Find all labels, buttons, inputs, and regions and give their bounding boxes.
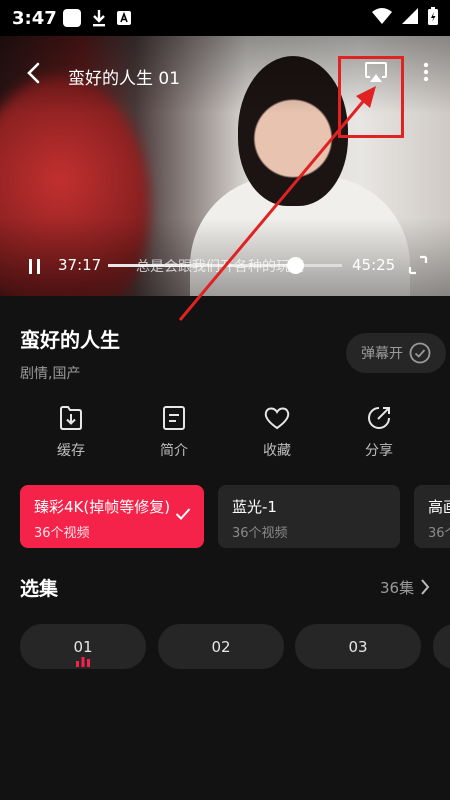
action-label: 缓存 xyxy=(57,443,85,459)
pause-bar-right xyxy=(36,258,40,274)
quality-name: 臻彩4K(掉帧等修复) xyxy=(34,498,171,516)
show-title: 蛮好的人生 xyxy=(20,328,120,352)
danmaku-toggle-button[interactable]: 弹幕开 xyxy=(346,333,446,373)
check-icon xyxy=(175,508,191,520)
info-doc-icon xyxy=(163,406,185,430)
signal-icon xyxy=(402,8,418,28)
total-time: 45:25 xyxy=(352,256,396,274)
fullscreen-button[interactable] xyxy=(408,254,428,276)
subtitle-text: 总是会跟我们开各种的玩笑 xyxy=(136,259,304,275)
action-label: 分享 xyxy=(365,443,393,459)
wifi-icon xyxy=(372,8,392,28)
action-intro[interactable]: 简介 xyxy=(134,404,214,460)
playing-bars-icon xyxy=(76,657,90,667)
action-download[interactable]: 缓存 xyxy=(31,404,111,460)
player-controls: 37:17 总是会跟我们开各种的玩笑 45:25 xyxy=(0,248,450,284)
action-label: 收藏 xyxy=(263,443,291,459)
episode-item[interactable]: 02 xyxy=(158,624,284,669)
episode-list: 01 02 03 04 xyxy=(20,624,450,670)
back-button[interactable] xyxy=(20,60,46,86)
action-row: 缓存 简介 收藏 分享 xyxy=(0,404,450,468)
heart-icon xyxy=(264,407,290,430)
fullscreen-icon xyxy=(408,255,428,275)
video-player[interactable]: 蛮好的人生 01 37:17 总是会跟我们开各种的玩笑 45:25 xyxy=(0,36,450,296)
episode-number: 01 xyxy=(73,637,93,656)
cast-highlight-box xyxy=(338,56,404,138)
player-top-bar: 蛮好的人生 01 xyxy=(0,54,450,138)
quality-name: 高画质 xyxy=(428,498,450,516)
episodes-count[interactable]: 36集 xyxy=(380,577,414,598)
status-bar: 3:47 xyxy=(0,0,450,36)
chevron-right-icon[interactable] xyxy=(420,578,430,596)
pause-bar-left xyxy=(28,258,32,274)
action-label: 简介 xyxy=(160,443,188,459)
player-title: 蛮好的人生 01 xyxy=(68,69,181,89)
more-vert-icon xyxy=(423,62,429,82)
quality-card[interactable]: 高画质 36个视频 xyxy=(414,485,450,548)
quality-count: 36个视频 xyxy=(428,526,450,541)
danmaku-label: 弹幕开 xyxy=(361,346,403,362)
quality-list: 臻彩4K(掉帧等修复) 36个视频 蓝光-1 36个视频 高画质 36个视频 xyxy=(20,485,450,548)
status-time: 3:47 xyxy=(12,7,57,29)
episode-number: 03 xyxy=(348,637,368,656)
download-icon xyxy=(60,406,82,430)
action-share[interactable]: 分享 xyxy=(339,404,419,460)
battery-icon xyxy=(428,7,438,29)
quality-card-selected[interactable]: 臻彩4K(掉帧等修复) 36个视频 xyxy=(20,485,204,548)
episode-item-active[interactable]: 01 xyxy=(20,624,146,669)
episode-item[interactable]: 04 xyxy=(433,624,450,669)
episode-item[interactable]: 03 xyxy=(295,624,421,669)
action-favorite[interactable]: 收藏 xyxy=(237,404,317,460)
download-icon xyxy=(90,8,108,28)
quality-name: 蓝光-1 xyxy=(232,498,277,516)
episode-number: 02 xyxy=(211,637,231,656)
episodes-title: 选集 xyxy=(20,578,59,600)
back-arrow-icon xyxy=(27,62,40,84)
check-circle-icon xyxy=(409,342,431,364)
quality-card[interactable]: 蓝光-1 36个视频 xyxy=(218,485,400,548)
quality-count: 36个视频 xyxy=(34,526,90,541)
show-genre: 剧情,国产 xyxy=(20,366,81,382)
current-time: 37:17 xyxy=(58,256,102,274)
share-icon xyxy=(368,407,390,429)
app-icon xyxy=(62,8,82,28)
a-icon xyxy=(116,10,132,26)
episodes-header: 选集 36集 xyxy=(20,574,434,602)
more-options-button[interactable] xyxy=(412,58,440,86)
pause-button[interactable] xyxy=(24,256,44,276)
quality-count: 36个视频 xyxy=(232,526,288,541)
